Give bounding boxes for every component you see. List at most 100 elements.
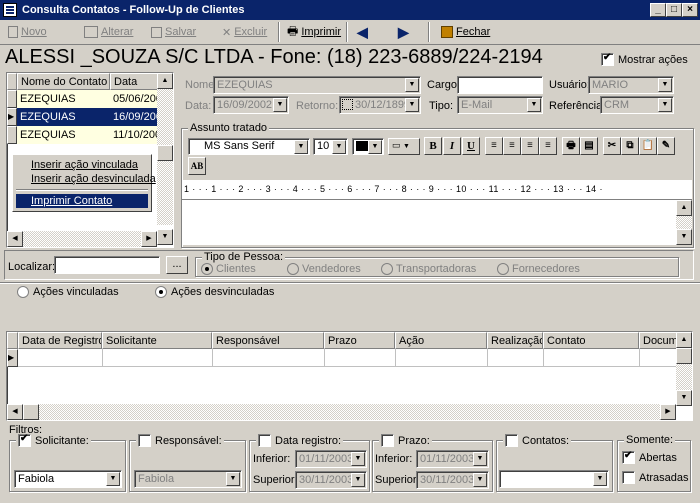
copy-button[interactable]: ⧉: [621, 137, 639, 155]
atrasadas-checkbox[interactable]: Atrasadas: [622, 471, 689, 484]
clear-format-button[interactable]: ✎: [657, 137, 675, 155]
bold-button[interactable]: B: [424, 137, 442, 155]
scroll-thumb[interactable]: [157, 145, 173, 161]
contact-date-cell[interactable]: 16/09/2002: [110, 108, 157, 126]
localizar-button[interactable]: ...: [166, 256, 188, 274]
contact-date-cell[interactable]: 11/10/2002: [110, 126, 157, 144]
chevron-down-icon[interactable]: ▼: [593, 472, 607, 486]
minimize-button[interactable]: _: [650, 3, 666, 17]
scroll-left-icon[interactable]: ◀: [7, 404, 23, 420]
table-row[interactable]: [18, 349, 679, 367]
col-prazo[interactable]: Prazo: [324, 332, 395, 349]
chevron-down-icon[interactable]: ▼: [473, 452, 487, 466]
col-responsavel[interactable]: Responsável: [212, 332, 324, 349]
responsavel-select[interactable]: Fabiola ▼: [134, 470, 242, 488]
col-nome-contato[interactable]: Nome do Contato: [17, 73, 110, 90]
chevron-down-icon[interactable]: ▼: [473, 473, 487, 487]
close-button[interactable]: ×: [682, 3, 698, 17]
next-button[interactable]: ▶: [398, 22, 409, 42]
radio-vendedores[interactable]: Vendedores: [287, 263, 361, 275]
horizontal-scrollbar[interactable]: [23, 231, 141, 247]
chevron-down-icon[interactable]: ▼: [273, 98, 287, 112]
chevron-down-icon[interactable]: ▼: [351, 473, 365, 487]
previous-button[interactable]: ◀: [357, 22, 368, 42]
chevron-down-icon[interactable]: ▼: [405, 78, 419, 92]
radio-transportadoras[interactable]: Transportadoras: [381, 263, 476, 275]
tipo-select[interactable]: E-Mail ▼: [457, 96, 543, 114]
radio-acoes-desvinculadas[interactable]: Ações desvinculadas: [155, 286, 274, 298]
cut-button[interactable]: ✂: [603, 137, 621, 155]
novo-button[interactable]: Novo: [8, 22, 47, 42]
scroll-up-icon[interactable]: ▲: [676, 200, 692, 216]
data-picker[interactable]: 16/09/2002 ▼: [213, 96, 289, 114]
radio-acoes-vinculadas[interactable]: Ações vinculadas: [17, 286, 119, 298]
justify-button[interactable]: ≡: [539, 137, 557, 155]
text-vertical-scrollbar[interactable]: [676, 216, 692, 229]
chevron-down-icon[interactable]: ▼: [405, 98, 419, 112]
radio-clientes[interactable]: Clientes: [201, 263, 256, 275]
scroll-down-icon[interactable]: ▼: [157, 229, 173, 245]
usuario-select[interactable]: MARIO ▼: [588, 76, 674, 94]
salvar-button[interactable]: Salvar: [151, 22, 196, 42]
prazo-superior-picker[interactable]: 30/11/2003 ▼: [416, 471, 489, 489]
font-size-select[interactable]: 10 ▼: [313, 138, 348, 155]
col-documento[interactable]: Documen: [639, 332, 679, 349]
col-contato[interactable]: Contato: [543, 332, 639, 349]
menu-imprimir-contato[interactable]: Imprimir Contato: [16, 194, 148, 208]
preview-button[interactable]: ▤: [580, 137, 598, 155]
col-solicitante[interactable]: Solicitante: [102, 332, 212, 349]
chevron-down-icon[interactable]: ▼: [106, 472, 120, 486]
assunto-text-area[interactable]: ▲ ▼: [182, 200, 692, 245]
align-left-button[interactable]: ≡: [485, 137, 503, 155]
scroll-left-icon[interactable]: ◀: [7, 231, 23, 247]
font-select[interactable]: MS Sans Serif ▼: [188, 138, 310, 155]
col-data[interactable]: Data: [110, 73, 160, 90]
scroll-down-icon[interactable]: ▼: [676, 390, 692, 406]
chevron-down-icon[interactable]: ▼: [368, 140, 382, 154]
alterar-button[interactable]: Alterar: [84, 22, 133, 42]
responsavel-checkbox[interactable]: [138, 434, 151, 447]
chevron-down-icon[interactable]: ▼: [351, 452, 365, 466]
scroll-right-icon[interactable]: ▶: [660, 404, 676, 420]
scroll-up-icon[interactable]: ▲: [157, 73, 173, 89]
chevron-down-icon[interactable]: ▼: [527, 98, 541, 112]
contatos-select[interactable]: ▼: [499, 470, 609, 488]
retorno-checkbox[interactable]: [342, 99, 353, 110]
retorno-picker[interactable]: 30/12/1899 ▼: [339, 96, 421, 114]
align-center-button[interactable]: ≡: [503, 137, 521, 155]
col-realizacao[interactable]: Realização: [487, 332, 543, 349]
contact-name-cell[interactable]: EZEQUIAS: [17, 126, 110, 144]
h-scroll-thumb[interactable]: [23, 404, 39, 420]
excluir-button[interactable]: ✕ Excluir: [222, 22, 267, 42]
actions-grid[interactable]: Data de Registro Solicitante Responsável…: [6, 331, 693, 421]
menu-inserir-desvinculada[interactable]: Inserir ação desvinculada: [16, 172, 171, 186]
scroll-thumb[interactable]: [676, 348, 692, 364]
data-registro-checkbox[interactable]: [258, 434, 271, 447]
contatos-checkbox[interactable]: [505, 434, 518, 447]
mostrar-acoes-checkbox[interactable]: Mostrar ações: [601, 52, 688, 66]
col-acao[interactable]: Ação: [395, 332, 487, 349]
paste-button[interactable]: 📋: [639, 137, 657, 155]
menu-inserir-vinculada[interactable]: Inserir ação vinculada: [16, 158, 153, 172]
solicitante-select[interactable]: Fabiola ▼: [14, 470, 122, 488]
referencia-select[interactable]: CRM ▼: [600, 96, 674, 114]
scroll-right-icon[interactable]: ▶: [141, 231, 157, 247]
align-right-button[interactable]: ≡: [521, 137, 539, 155]
data-registro-superior-picker[interactable]: 30/11/2003 ▼: [295, 471, 367, 489]
localizar-input[interactable]: [54, 256, 160, 274]
scroll-up-icon[interactable]: ▲: [676, 332, 692, 348]
chevron-down-icon[interactable]: ▼: [658, 98, 672, 112]
border-style-button[interactable]: ▭ ▼: [388, 138, 420, 155]
fechar-button[interactable]: Fechar: [441, 22, 490, 42]
contact-name-cell[interactable]: EZEQUIAS: [17, 108, 110, 126]
chevron-down-icon[interactable]: ▼: [332, 140, 346, 154]
scroll-down-icon[interactable]: ▼: [676, 229, 692, 245]
nome-select[interactable]: EZEQUIAS ▼: [213, 76, 421, 94]
print-text-button[interactable]: 🖶: [562, 137, 580, 155]
cargo-input[interactable]: [457, 76, 543, 94]
col-data-registro[interactable]: Data de Registro: [18, 332, 102, 349]
underline-button[interactable]: U: [462, 137, 480, 155]
italic-button[interactable]: I: [443, 137, 461, 155]
maximize-button[interactable]: □: [666, 3, 682, 17]
prazo-checkbox[interactable]: [381, 434, 394, 447]
